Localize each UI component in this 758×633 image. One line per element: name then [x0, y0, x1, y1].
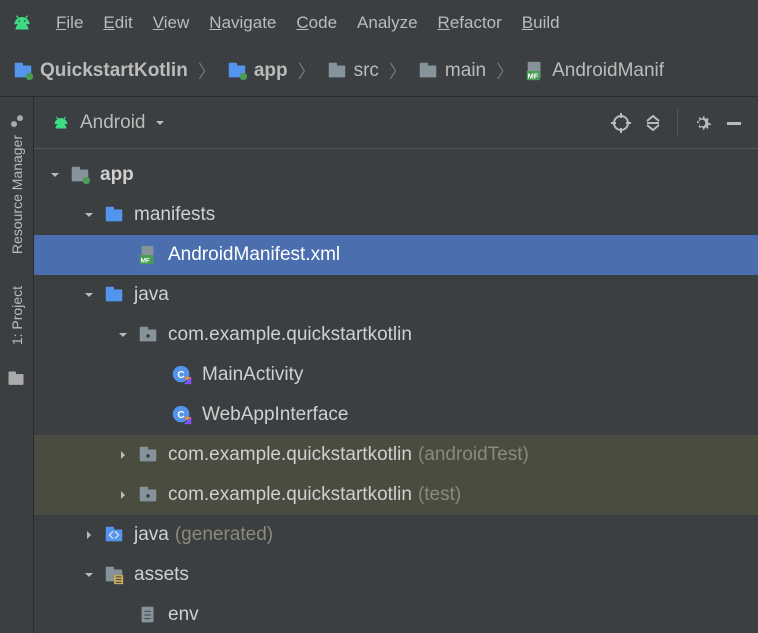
- svg-text:C: C: [177, 370, 184, 381]
- crosshair-icon: [611, 113, 631, 133]
- package-icon: [136, 483, 160, 507]
- main-area: Resource Manager 1: Project Android: [0, 97, 758, 633]
- chevron-right-icon: 〉: [296, 58, 318, 84]
- expand-arrow-icon[interactable]: [80, 206, 98, 224]
- hide-button[interactable]: [718, 107, 750, 139]
- tree-node-label: com.example.quickstartkotlin: [168, 484, 412, 506]
- view-selector[interactable]: Android: [42, 108, 174, 138]
- menu-navigate[interactable]: Navigate: [209, 13, 276, 33]
- menu-edit[interactable]: Edit: [103, 13, 132, 33]
- tree-node-label: env: [168, 604, 199, 626]
- crumb-main[interactable]: main: [413, 60, 490, 82]
- gen-folder-icon: [102, 523, 126, 547]
- tree-node-suffix: (test): [418, 484, 461, 506]
- tree-node-label: java: [134, 284, 169, 306]
- tree-row[interactable]: java: [34, 275, 758, 315]
- tree-node-suffix: (generated): [175, 524, 273, 546]
- tree-node-label: app: [100, 164, 134, 186]
- folder-icon: [102, 203, 126, 227]
- tree-row[interactable]: manifests: [34, 195, 758, 235]
- menu-bar: File Edit View Navigate Code Analyze Ref…: [0, 0, 758, 45]
- manifest-icon: MF: [524, 60, 546, 82]
- tree-row[interactable]: java (generated): [34, 515, 758, 555]
- module-icon: [68, 163, 92, 187]
- menu-analyze[interactable]: Analyze: [357, 13, 417, 33]
- sidebar-tab-resource-manager[interactable]: Resource Manager: [7, 105, 27, 262]
- svg-text:MF: MF: [141, 257, 150, 264]
- chevron-right-icon: 〉: [196, 58, 218, 84]
- android-icon: [50, 112, 72, 134]
- collapse-icon: [643, 113, 663, 133]
- folder-icon: [417, 60, 439, 82]
- resource-manager-icon: [9, 113, 25, 129]
- breadcrumb: QuickstartKotlin 〉 app 〉 src 〉 main 〉 MF…: [0, 45, 758, 97]
- svg-text:C: C: [177, 410, 184, 421]
- collapse-all-button[interactable]: [637, 107, 669, 139]
- tool-window-header: Android: [34, 97, 758, 149]
- tree-node-label: com.example.quickstartkotlin: [168, 444, 412, 466]
- menu-refactor[interactable]: Refactor: [438, 13, 502, 33]
- sidebar-project-icon: [6, 369, 28, 391]
- package-icon: [136, 323, 160, 347]
- chevron-right-icon: 〉: [494, 58, 516, 84]
- tree-node-label: MainActivity: [202, 364, 303, 386]
- folder-icon: [326, 60, 348, 82]
- expand-arrow-icon[interactable]: [114, 446, 132, 464]
- project-tree[interactable]: appmanifests MF AndroidManifest.xml java com…: [34, 149, 758, 633]
- tree-row[interactable]: com.example.quickstartkotlin (androidTest…: [34, 435, 758, 475]
- expand-arrow-icon[interactable]: [46, 166, 64, 184]
- chevron-down-icon: [154, 117, 166, 129]
- menu-file[interactable]: File: [56, 13, 83, 33]
- settings-button[interactable]: [686, 107, 718, 139]
- crumb-src[interactable]: src: [322, 60, 383, 82]
- expand-arrow-icon[interactable]: [80, 286, 98, 304]
- tree-row[interactable]: C MainActivity: [34, 355, 758, 395]
- tree-row[interactable]: MF AndroidManifest.xml: [34, 235, 758, 275]
- divider: [677, 109, 678, 137]
- module-icon: [226, 60, 248, 82]
- sidebar-tabs: Resource Manager 1: Project: [0, 97, 34, 633]
- assets-folder-icon: [102, 563, 126, 587]
- menu-build[interactable]: Build: [522, 13, 560, 33]
- tree-node-label: com.example.quickstartkotlin: [168, 324, 412, 346]
- tree-row[interactable]: com.example.quickstartkotlin (test): [34, 475, 758, 515]
- tree-node-label: WebAppInterface: [202, 404, 348, 426]
- tree-node-suffix: (androidTest): [418, 444, 529, 466]
- expand-arrow-icon[interactable]: [80, 526, 98, 544]
- chevron-right-icon: 〉: [387, 58, 409, 84]
- crumb-manifest[interactable]: MF AndroidManif: [520, 60, 668, 82]
- manifest-icon: MF: [136, 243, 160, 267]
- project-tool-window: Android appmanifests MF AndroidManifest.xm…: [34, 97, 758, 633]
- select-opened-file-button[interactable]: [605, 107, 637, 139]
- package-icon: [136, 443, 160, 467]
- folder-icon: [102, 283, 126, 307]
- android-studio-logo-icon: [8, 9, 36, 37]
- svg-text:MF: MF: [528, 71, 539, 80]
- expand-arrow-icon[interactable]: [114, 326, 132, 344]
- crumb-project[interactable]: QuickstartKotlin: [8, 60, 192, 82]
- menu-view[interactable]: View: [153, 13, 190, 33]
- minimize-icon: [724, 113, 744, 133]
- kotlin-class-icon: C: [170, 403, 194, 427]
- gear-icon: [692, 113, 712, 133]
- file-icon: [136, 603, 160, 627]
- tree-node-label: java: [134, 524, 169, 546]
- menu-code[interactable]: Code: [296, 13, 337, 33]
- tree-row[interactable]: app: [34, 155, 758, 195]
- tree-node-label: assets: [134, 564, 189, 586]
- tree-row[interactable]: assets: [34, 555, 758, 595]
- tree-row[interactable]: C WebAppInterface: [34, 395, 758, 435]
- tree-node-label: manifests: [134, 204, 215, 226]
- sidebar-tab-project[interactable]: 1: Project: [7, 278, 27, 353]
- tree-node-label: AndroidManifest.xml: [168, 244, 340, 266]
- expand-arrow-icon[interactable]: [80, 566, 98, 584]
- expand-arrow-icon[interactable]: [114, 486, 132, 504]
- project-icon: [12, 60, 34, 82]
- tree-row[interactable]: com.example.quickstartkotlin: [34, 315, 758, 355]
- tree-row[interactable]: env: [34, 595, 758, 633]
- kotlin-class-icon: C: [170, 363, 194, 387]
- crumb-module[interactable]: app: [222, 60, 292, 82]
